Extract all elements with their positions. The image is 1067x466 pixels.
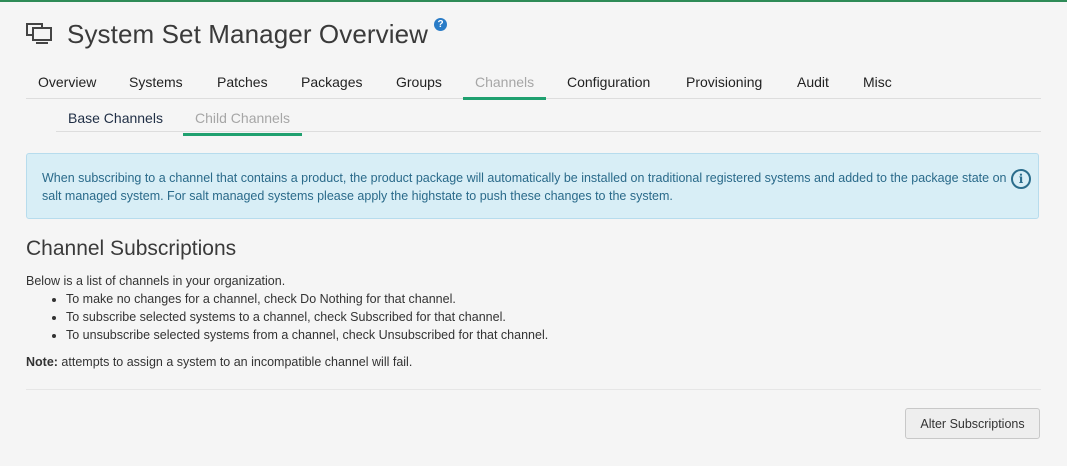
tab-systems[interactable]: Systems [129, 74, 183, 99]
tab-packages[interactable]: Packages [301, 74, 362, 99]
top-accent-line [0, 0, 1067, 2]
tab-patches[interactable]: Patches [217, 74, 268, 99]
alert-text: When subscribing to a channel that conta… [42, 171, 1007, 203]
main-tabs: Overview Systems Patches Packages Groups… [26, 70, 1041, 100]
note-label: Note: [26, 355, 58, 369]
tab-misc[interactable]: Misc [863, 74, 892, 99]
tab-provisioning[interactable]: Provisioning [686, 74, 762, 99]
subtab-child-channels[interactable]: Child Channels [183, 110, 302, 136]
tab-configuration[interactable]: Configuration [567, 74, 650, 99]
page-title: System Set Manager Overview [67, 18, 429, 49]
page-header: System Set Manager Overview ? [26, 14, 448, 54]
tab-channels[interactable]: Channels [462, 74, 547, 100]
note-text: attempts to assign a system to an incomp… [57, 355, 413, 369]
system-set-icon [26, 23, 52, 44]
section-intro: Below is a list of channels in your orga… [26, 274, 286, 288]
alter-subscriptions-button[interactable]: Alter Subscriptions [905, 408, 1040, 439]
note: Note: attempts to assign a system to an … [26, 355, 412, 369]
tab-audit[interactable]: Audit [797, 74, 829, 99]
list-item: To make no changes for a channel, check … [66, 290, 548, 308]
tab-overview[interactable]: Overview [38, 74, 96, 99]
tab-groups[interactable]: Groups [396, 74, 442, 99]
subtab-base-channels[interactable]: Base Channels [68, 110, 163, 126]
list-item: To unsubscribe selected systems from a c… [66, 326, 548, 344]
instruction-list: To make no changes for a channel, check … [26, 290, 548, 344]
sub-tabs: Base Channels Child Channels [56, 104, 1041, 136]
info-alert: When subscribing to a channel that conta… [26, 153, 1039, 219]
section-title: Channel Subscriptions [26, 237, 237, 260]
question-circle-icon[interactable]: ? [434, 18, 448, 31]
info-circle-icon: i [1011, 169, 1031, 189]
list-item: To subscribe selected systems to a chann… [66, 308, 548, 326]
divider [26, 389, 1041, 390]
